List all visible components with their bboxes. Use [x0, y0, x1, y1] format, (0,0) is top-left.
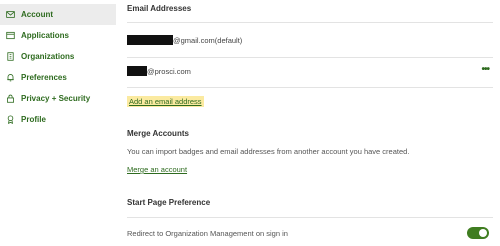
redirect-label: Redirect to Organization Management on s… — [127, 229, 288, 238]
start-page-heading: Start Page Preference — [127, 198, 211, 207]
sidebar-item-account[interactable]: Account — [0, 4, 116, 25]
sidebar-item-label: Preferences — [21, 73, 67, 82]
email-row: @prosci.com — [127, 64, 493, 78]
sidebar-item-label: Applications — [21, 31, 70, 40]
badge-icon — [4, 114, 16, 126]
sidebar-item-label: Account — [21, 10, 53, 19]
sidebar-item-preferences[interactable]: Preferences — [0, 67, 116, 88]
divider — [127, 87, 493, 88]
merge-account-link[interactable]: Merge an account — [127, 165, 187, 174]
more-options-icon[interactable]: ••• — [481, 64, 489, 75]
sidebar-item-label: Privacy + Security — [21, 94, 91, 103]
window-icon — [4, 30, 16, 42]
sidebar-item-label: Profile — [21, 115, 46, 124]
merge-description: You can import badges and email addresse… — [127, 147, 410, 156]
sidebar: Account Applications Organizations Prefe… — [0, 0, 116, 246]
redacted-username — [127, 66, 147, 76]
toggle-knob — [479, 229, 487, 237]
building-icon — [4, 51, 16, 63]
merge-accounts-heading: Merge Accounts — [127, 129, 189, 138]
bell-icon — [4, 72, 16, 84]
sidebar-item-organizations[interactable]: Organizations — [0, 46, 116, 67]
email-row: @gmail.com(default) — [127, 33, 493, 47]
email-address: @prosci.com — [147, 66, 191, 76]
email-addresses-heading: Email Addresses — [127, 4, 192, 13]
divider — [127, 22, 493, 23]
redirect-toggle[interactable] — [467, 227, 489, 239]
lock-icon — [4, 93, 16, 105]
sidebar-item-privacy-security[interactable]: Privacy + Security — [0, 88, 116, 109]
sidebar-item-profile[interactable]: Profile — [0, 109, 116, 130]
add-email-link[interactable]: Add an email address — [127, 96, 204, 107]
email-address: @gmail.com(default) — [173, 35, 243, 45]
account-panel: Email Addresses @gmail.com(default) @pro… — [127, 0, 493, 246]
divider — [127, 217, 493, 218]
sidebar-item-label: Organizations — [21, 52, 75, 61]
redacted-username — [127, 35, 173, 45]
sidebar-item-applications[interactable]: Applications — [0, 25, 116, 46]
mail-icon — [4, 9, 16, 21]
divider — [127, 57, 493, 58]
